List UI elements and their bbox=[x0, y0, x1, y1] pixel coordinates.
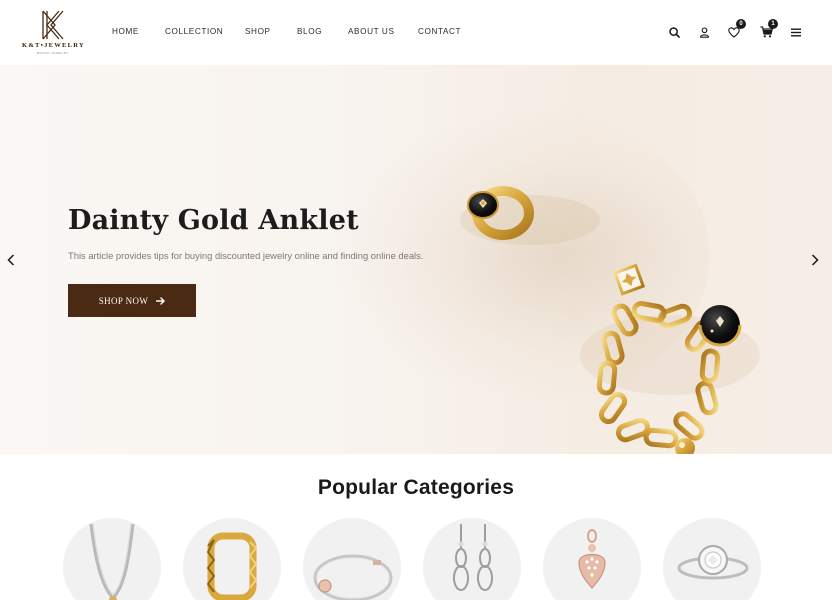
nav-shop[interactable]: SHOP bbox=[245, 27, 271, 36]
brand-logo[interactable]: K&T•JEWELRY BRAND JEWELRY bbox=[22, 10, 84, 56]
cart-count-badge: 1 bbox=[768, 19, 778, 29]
nav-blog[interactable]: BLOG bbox=[297, 27, 322, 36]
search-button[interactable] bbox=[666, 24, 682, 40]
hero-subtitle: This article provides tips for buying di… bbox=[68, 250, 424, 261]
shop-now-button[interactable]: SHOP NOW bbox=[68, 284, 196, 317]
diamond-ring-image bbox=[677, 545, 749, 580]
category-earrings[interactable] bbox=[423, 518, 521, 600]
hero-title: Dainty Gold Anklet bbox=[68, 205, 359, 236]
earrings-image bbox=[453, 524, 493, 591]
section-title: Popular Categories bbox=[317, 476, 515, 499]
user-icon bbox=[699, 26, 709, 38]
chevron-right-icon bbox=[811, 254, 819, 266]
slider-prev-button[interactable] bbox=[4, 253, 18, 267]
hero-jewelry-image bbox=[460, 186, 760, 454]
nav-collection[interactable]: COLLECTION bbox=[165, 27, 223, 36]
category-necklace[interactable] bbox=[63, 518, 161, 600]
nav-home[interactable]: HOME bbox=[112, 27, 139, 36]
nav-about-us[interactable]: ABOUT US bbox=[348, 27, 395, 36]
wishlist-button[interactable]: 0 bbox=[726, 19, 746, 40]
logo-mark-icon bbox=[42, 10, 64, 40]
ring-image bbox=[206, 532, 258, 600]
arrow-right-icon bbox=[156, 296, 166, 305]
hero-slider: Dainty Gold Anklet This article provides… bbox=[0, 65, 832, 454]
search-icon bbox=[668, 26, 680, 38]
category-rings[interactable] bbox=[183, 518, 281, 600]
nav-contact[interactable]: CONTACT bbox=[418, 27, 461, 36]
account-button[interactable] bbox=[696, 24, 712, 40]
hamburger-icon bbox=[791, 28, 801, 36]
category-bracelets[interactable] bbox=[303, 518, 401, 600]
wishlist-count-badge: 0 bbox=[736, 19, 746, 29]
site-header: K&T•JEWELRY BRAND JEWELRY HOME COLLECTIO… bbox=[0, 0, 832, 65]
menu-button[interactable] bbox=[788, 24, 804, 40]
necklace-image bbox=[89, 523, 135, 600]
pendant-image bbox=[578, 529, 606, 589]
logo-tagline: BRAND JEWELRY bbox=[37, 51, 69, 55]
chevron-left-icon bbox=[7, 254, 15, 266]
slider-next-button[interactable] bbox=[808, 253, 822, 267]
category-diamond-rings[interactable] bbox=[663, 518, 761, 600]
shop-now-label: SHOP NOW bbox=[98, 295, 149, 306]
cart-button[interactable]: 1 bbox=[758, 19, 778, 40]
logo-text: K&T•JEWELRY bbox=[22, 42, 85, 49]
bracelet-image bbox=[313, 554, 393, 600]
category-pendants[interactable] bbox=[543, 518, 641, 600]
